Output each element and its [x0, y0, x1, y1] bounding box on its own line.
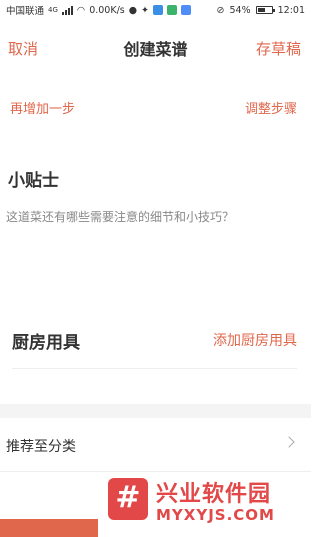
app-icon [153, 5, 164, 15]
signal-icon [61, 5, 73, 15]
bottom-accent-bar [0, 519, 98, 537]
adjust-steps-button[interactable]: 调整步骤 [245, 98, 297, 117]
kitchen-tools-row: 厨房用具 添加厨房用具 [0, 325, 311, 355]
notification-icon: ✦ [141, 4, 150, 16]
battery-level [257, 8, 265, 12]
battery-percent: 54% [229, 4, 251, 16]
tips-input[interactable]: 这道菜还有哪些需要注意的细节和小技巧？ [6, 208, 296, 225]
nav-bar: 取消 创建菜谱 存草稿 [0, 30, 311, 64]
watermark: # 兴业软件园 MYXYJS.COM [108, 474, 304, 530]
battery-icon [255, 6, 275, 14]
status-bar: 中国联通 4G ◠ 0.00K/s ● ✦ ⊘ 54% 12:01 [0, 0, 311, 20]
section-gap [0, 404, 311, 418]
app-icon [181, 5, 192, 15]
watermark-logo: # [108, 478, 148, 520]
add-kitchen-tool-button[interactable]: 添加厨房用具 [213, 330, 297, 350]
watermark-title: 兴业软件园 [156, 482, 272, 507]
recommend-category-row[interactable]: 推荐至分类 [0, 418, 311, 472]
network-type: 4G [48, 6, 58, 14]
app-icon [167, 5, 178, 15]
cancel-button[interactable]: 取消 [8, 38, 38, 59]
wifi-icon: ◠ [76, 4, 86, 16]
clock: 12:01 [277, 4, 305, 16]
divider [12, 368, 297, 369]
tips-heading: 小贴士 [8, 171, 59, 191]
network-speed: 0.00K/s [89, 4, 125, 16]
kitchen-tools-heading: 厨房用具 [12, 333, 80, 353]
save-draft-button[interactable]: 存草稿 [256, 38, 301, 59]
carrier-label: 中国联通 [6, 6, 45, 17]
chat-icon: ● [128, 4, 138, 16]
chevron-right-icon [283, 436, 295, 448]
recommend-category-label: 推荐至分类 [6, 439, 76, 455]
mute-icon: ⊘ [216, 4, 225, 16]
add-step-button[interactable]: 再增加一步 [10, 98, 75, 117]
step-actions: 再增加一步 调整步骤 [0, 96, 311, 120]
watermark-url: MYXYJS.COM [156, 506, 275, 524]
